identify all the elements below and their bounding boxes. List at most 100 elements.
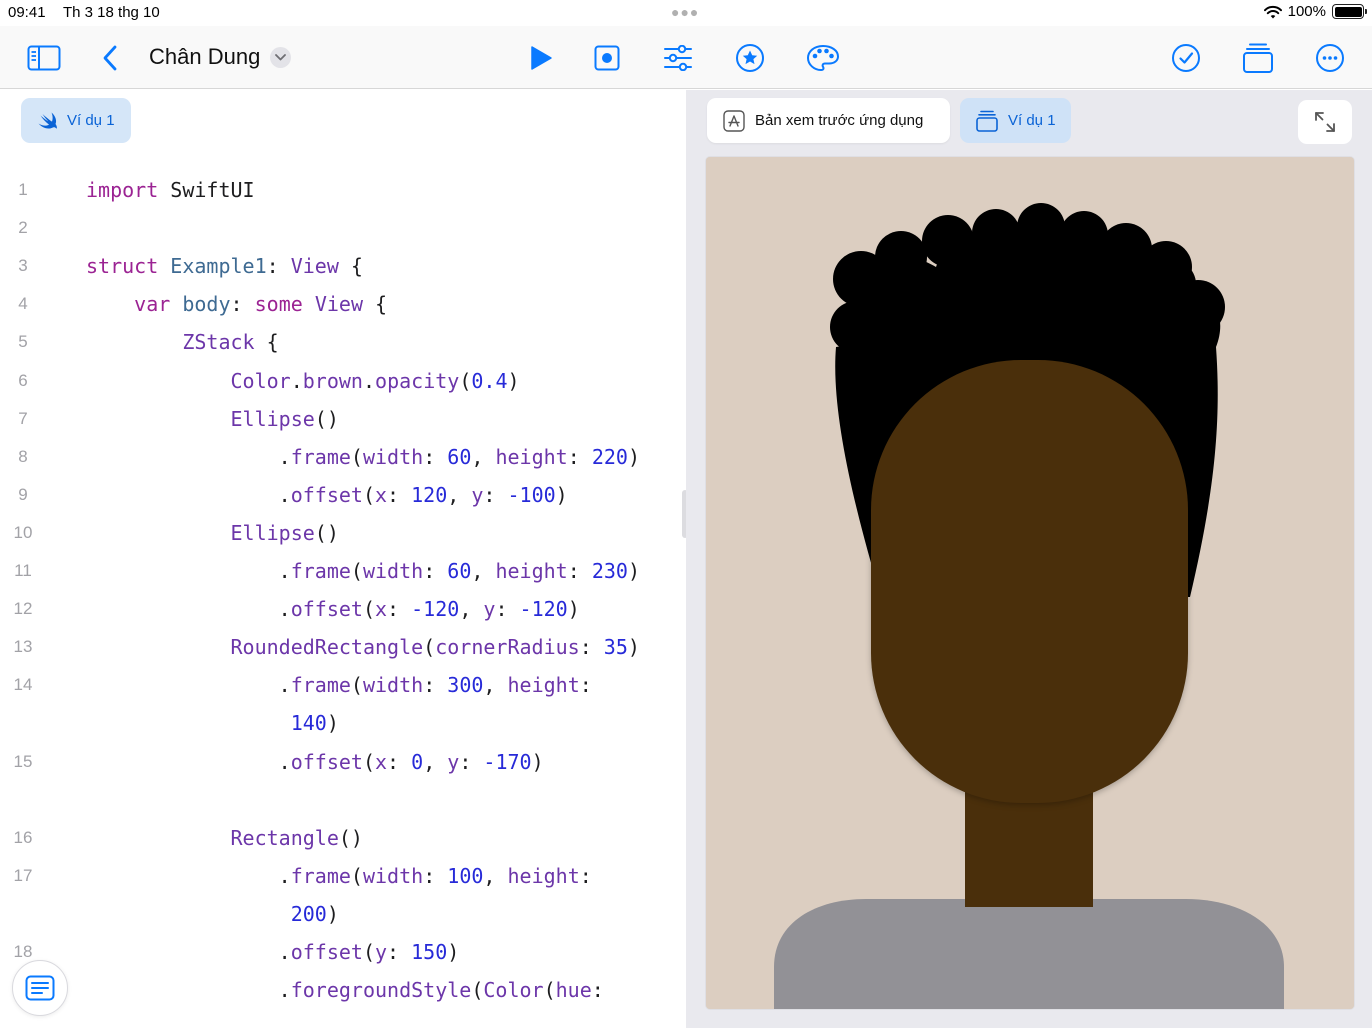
line-number: 14	[13, 675, 33, 695]
code-line[interactable]: 8 .frame(width: 60, height: 220)	[0, 445, 685, 483]
code-token: 100	[447, 863, 484, 888]
code-token: some	[254, 292, 303, 317]
code-line[interactable]: 3 struct Example1: View {	[0, 254, 685, 292]
code-line[interactable]: 10 Ellipse()	[0, 521, 685, 559]
code-token: )	[627, 444, 640, 469]
code-token: (	[350, 673, 363, 698]
run-button[interactable]	[522, 39, 560, 77]
code-token: ,	[483, 673, 508, 698]
code-text: Color.brown.opacity(0.4)	[86, 369, 520, 393]
record-button[interactable]	[588, 39, 626, 77]
code-token: .	[278, 978, 291, 1003]
code-line[interactable]: .foregroundStyle(Color(hue:	[0, 978, 685, 1016]
code-token: )	[326, 901, 339, 926]
sidebar-toggle-button[interactable]	[25, 39, 63, 77]
code-line[interactable]: 14 .frame(width: 300, height:	[0, 673, 685, 711]
tab-app-preview[interactable]: Bản xem trước ứng dụng	[707, 98, 950, 143]
line-number: 17	[13, 865, 33, 885]
code-token: View	[302, 292, 363, 317]
code-line[interactable]: 200)	[0, 902, 685, 940]
code-token: 0.4	[471, 368, 508, 393]
settings-sliders-button[interactable]	[659, 39, 697, 77]
code-line[interactable]: 18 .offset(y: 150)	[0, 940, 685, 978]
code-line[interactable]: 2	[0, 216, 685, 254]
more-button[interactable]	[1311, 39, 1349, 77]
code-token: ,	[483, 863, 508, 888]
code-token: Ellipse	[230, 520, 315, 545]
code-token: :	[230, 292, 255, 317]
notes-icon	[25, 975, 55, 1001]
code-editor[interactable]: Ví dụ 1 1 import SwiftUI 2 3 struct Example1…	[0, 90, 685, 1028]
code-line[interactable]: 12 .offset(x: -120, y: -120)	[0, 597, 685, 635]
line-number: 11	[14, 561, 32, 580]
code-line[interactable]: 15 .offset(x: 0, y: -170)	[0, 750, 685, 788]
multitasking-dots-icon[interactable]: ●●●	[671, 4, 699, 20]
step-complete-button[interactable]	[1167, 39, 1205, 77]
code-token: body	[170, 292, 231, 317]
code-token: :	[495, 597, 520, 622]
code-line[interactable]: 140)	[0, 711, 685, 749]
project-title-menu[interactable]: Chân Dung	[149, 44, 292, 70]
back-button[interactable]	[91, 39, 129, 77]
code-token: :	[387, 749, 412, 774]
code-text: .offset(x: -120, y: -120)	[86, 597, 580, 621]
expand-icon	[1315, 112, 1335, 132]
code-token: )	[531, 749, 544, 774]
expand-preview-button[interactable]	[1298, 100, 1352, 144]
code-token: import	[86, 178, 159, 202]
code-line[interactable]: 16 Rectangle()	[0, 826, 685, 864]
notes-button[interactable]	[12, 960, 68, 1016]
code-token: y	[471, 482, 484, 507]
code-token: 300	[447, 673, 484, 698]
code-token: height	[507, 863, 580, 888]
tab-app-preview-label: Bản xem trước ứng dụng	[755, 112, 924, 129]
code-token: x	[375, 482, 388, 507]
code-token: .	[290, 368, 303, 393]
code-line[interactable]: 4 var body: some View {	[0, 292, 685, 330]
code-line[interactable]: 17 .frame(width: 100, height:	[0, 864, 685, 902]
favorites-button[interactable]	[731, 39, 769, 77]
code-line[interactable]: 1 import SwiftUI	[0, 178, 685, 216]
project-title: Chân Dung	[149, 44, 261, 69]
status-right: 100%	[1263, 3, 1367, 20]
code-line[interactable]	[0, 788, 685, 826]
code-token: (	[350, 444, 363, 469]
app-store-icon	[723, 109, 745, 132]
line-number: 6	[18, 370, 28, 390]
appearance-button[interactable]	[804, 39, 842, 77]
code-line[interactable]: 5 ZStack {	[0, 330, 685, 368]
code-token: hue	[555, 978, 592, 1003]
code-line[interactable]: 6 Color.brown.opacity(0.4)	[0, 369, 685, 407]
code-token: ()	[338, 825, 363, 850]
code-text: RoundedRectangle(cornerRadius: 35)	[86, 635, 640, 659]
line-number: 15	[13, 751, 33, 771]
code-line[interactable]: 7 Ellipse()	[0, 407, 685, 445]
code-token: -120	[519, 597, 568, 622]
pages-button[interactable]	[1239, 39, 1277, 77]
code-text: .offset(x: 0, y: -170)	[86, 750, 544, 774]
code-token: x	[375, 749, 388, 774]
stack-icon	[976, 110, 998, 132]
code-text: Ellipse()	[86, 521, 339, 545]
code-line[interactable]: 11 .frame(width: 60, height: 230)	[0, 559, 685, 597]
code-token: (	[350, 559, 363, 583]
line-number: 12	[13, 599, 33, 619]
tab-example-1[interactable]: Ví dụ 1	[960, 98, 1071, 143]
code-line[interactable]: 9 .offset(x: 120, y: -100)	[0, 483, 685, 521]
code-token: 200	[290, 901, 327, 926]
back-chevron-icon	[103, 45, 117, 71]
line-number: 9	[18, 484, 28, 504]
code-token: Color	[483, 978, 544, 1003]
code-token: .	[278, 482, 291, 507]
code-token: :	[591, 978, 604, 1003]
code-token: {	[363, 292, 388, 317]
code-token: :	[423, 444, 448, 469]
swift-icon	[38, 112, 57, 129]
code-line[interactable]: 13 RoundedRectangle(cornerRadius: 35)	[0, 635, 685, 673]
example-chip[interactable]: Ví dụ 1	[21, 98, 131, 143]
